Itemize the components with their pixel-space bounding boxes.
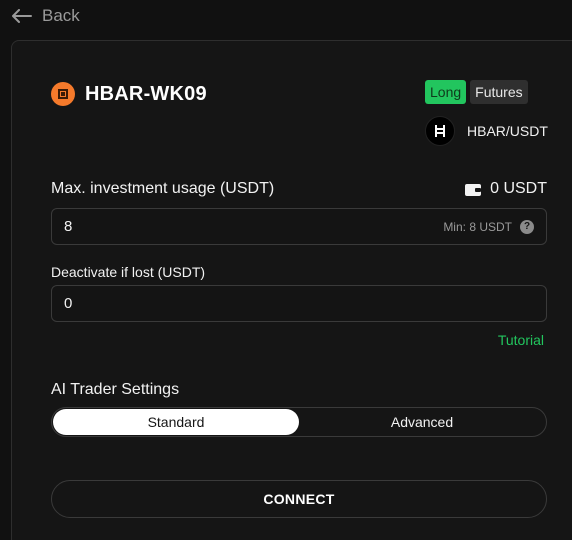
advanced-option[interactable]: Advanced [299,409,545,435]
investment-label: Max. investment usage (USDT) [51,180,275,197]
bot-name: HBAR-WK09 [85,82,207,105]
settings-heading: AI Trader Settings [51,381,180,398]
trading-pair: HBAR/USDT [425,116,548,146]
wallet-balance: 0 USDT [464,180,547,198]
bot-header: HBAR-WK09 [51,80,207,108]
stop-loss-label: Deactivate if lost (USDT) [51,264,206,280]
pair-label: HBAR/USDT [467,123,548,139]
back-label: Back [42,6,80,25]
token-logo-icon [51,82,75,106]
investment-field[interactable]: Min: 8 USDT ? [51,208,547,245]
balance-value: 0 USDT [490,180,547,197]
wallet-icon [465,183,482,196]
futures-badge: Futures [470,80,528,104]
tutorial-link[interactable]: Tutorial [498,332,544,348]
hbar-icon [425,116,455,146]
stop-loss-field[interactable] [51,285,547,322]
stop-loss-input[interactable] [64,295,534,312]
min-hint: Min: 8 USDT [443,219,512,234]
investment-input[interactable] [64,218,444,235]
bot-tags: Long Futures [425,80,528,104]
settings-mode-toggle[interactable]: Standard Advanced [51,407,547,437]
arrow-left-icon [12,9,32,23]
standard-option[interactable]: Standard [53,409,299,435]
back-button[interactable]: Back [12,4,80,28]
help-icon[interactable]: ? [520,219,534,234]
connect-button[interactable]: CONNECT [51,480,547,518]
long-badge: Long [425,80,467,104]
